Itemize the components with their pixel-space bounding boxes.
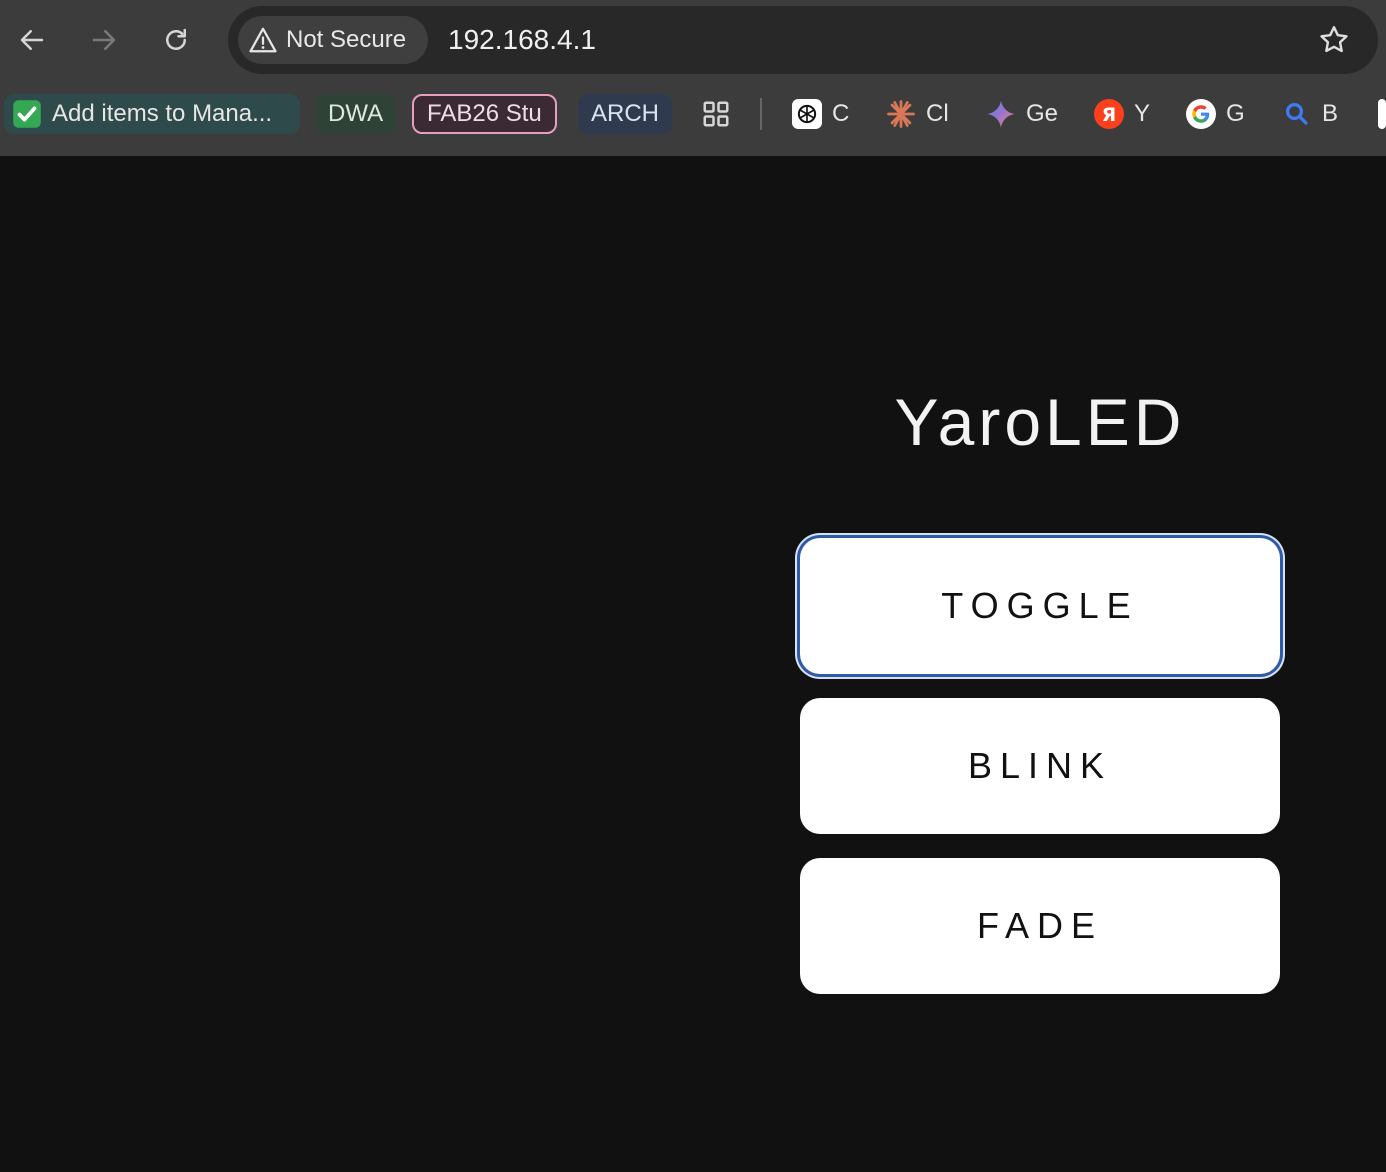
security-indicator[interactable]: Not Secure <box>238 16 428 64</box>
bookmark-folder-arch[interactable]: ARCH <box>578 94 673 134</box>
star-icon <box>1320 26 1348 53</box>
bookmark-claude[interactable]: Cl <box>886 94 949 134</box>
bookmark-label: G <box>1226 100 1245 127</box>
bookmark-label: Add items to Mana... <box>52 100 273 127</box>
toggle-button[interactable]: TOGGLE <box>800 538 1280 674</box>
browser-toolbar: Not Secure 192.168.4.1 <box>0 0 1386 80</box>
bookmark-folder-dwa[interactable]: DWA <box>315 94 397 134</box>
bookmark-label: DWA <box>328 100 384 127</box>
bookmark-label: Y <box>1134 100 1151 127</box>
reload-button[interactable] <box>156 20 196 60</box>
bookmark-label: ARCH <box>591 100 660 127</box>
bookmark-star-button[interactable] <box>1314 20 1354 60</box>
page-content: YaroLED TOGGLE BLINK FADE <box>0 156 1386 1172</box>
warning-triangle-icon <box>249 27 277 53</box>
bookmarks-divider <box>760 98 762 130</box>
bookmark-label: Ge <box>1026 100 1059 127</box>
forward-arrow-icon <box>92 30 116 50</box>
address-bar[interactable]: Not Secure 192.168.4.1 <box>228 6 1378 74</box>
gemini-icon <box>986 99 1016 129</box>
reload-icon <box>166 28 186 50</box>
url-text[interactable]: 192.168.4.1 <box>448 24 596 56</box>
bookmark-search[interactable]: B <box>1282 94 1338 134</box>
claude-icon <box>886 99 916 129</box>
forward-button[interactable] <box>84 20 124 60</box>
svg-text:Я: Я <box>1102 105 1116 126</box>
blink-button[interactable]: BLINK <box>800 698 1280 834</box>
bookmarks-bar: Add items to Mana... DWA FAB26 Stu ARCH … <box>0 88 1386 140</box>
bookmark-gemini[interactable]: Ge <box>986 94 1058 134</box>
app-title: YaroLED <box>894 385 1186 459</box>
back-button[interactable] <box>12 20 52 60</box>
bookmark-label: Cl <box>926 100 949 127</box>
chatgpt-icon <box>792 99 822 129</box>
checkmark-icon <box>12 99 42 129</box>
bookmark-chatgpt[interactable]: C <box>792 94 849 134</box>
bookmark-yandex[interactable]: Я Y <box>1094 94 1150 134</box>
apps-grid-icon <box>703 101 729 127</box>
yandex-icon: Я <box>1094 99 1124 129</box>
search-icon <box>1282 99 1312 129</box>
overflow-bookmark-icon <box>1378 99 1386 129</box>
bookmark-apps[interactable] <box>694 94 738 134</box>
bookmark-label: FAB26 Stu <box>427 100 542 127</box>
security-label: Not Secure <box>286 26 407 53</box>
google-icon <box>1186 99 1216 129</box>
bookmark-add-items[interactable]: Add items to Mana... <box>4 94 300 134</box>
bookmark-overflow[interactable] <box>1378 94 1386 134</box>
bookmark-google[interactable]: G <box>1186 94 1245 134</box>
bookmark-label: B <box>1322 100 1339 127</box>
fade-button[interactable]: FADE <box>800 858 1280 994</box>
bookmark-folder-fab26[interactable]: FAB26 Stu <box>412 94 557 134</box>
browser-chrome: Not Secure 192.168.4.1 Add items to Mana… <box>0 0 1386 156</box>
back-arrow-icon <box>20 30 44 50</box>
bookmark-label: C <box>832 100 850 127</box>
